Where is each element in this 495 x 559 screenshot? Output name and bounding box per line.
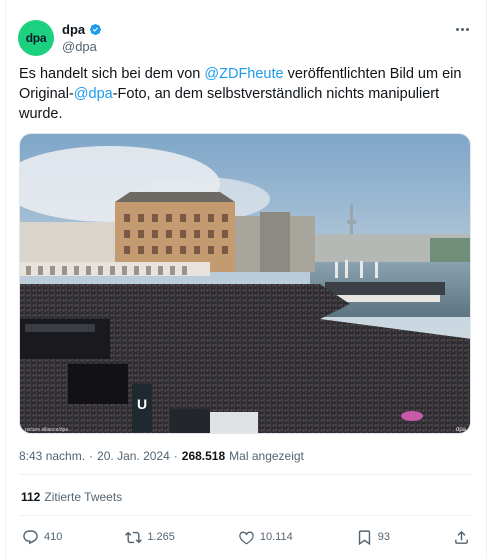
meta-separator: · <box>173 449 178 463</box>
mention-link-dpa[interactable]: @dpa <box>74 86 113 102</box>
tweet-actions: 410 1.265 10.114 93 <box>22 527 470 547</box>
quote-tweets-label: Zitierte Tweets <box>44 490 123 504</box>
retweet-count: 1.265 <box>147 531 175 543</box>
divider <box>19 515 473 516</box>
views-label: Mal angezeigt <box>229 449 304 463</box>
tweet-text-part: Es handelt sich bei dem von <box>19 66 205 82</box>
avatar[interactable]: dpa <box>18 20 54 56</box>
photo-watermark-right: dpa <box>456 427 467 433</box>
bookmark-button[interactable]: 93 <box>356 529 390 546</box>
bookmark-icon <box>358 529 370 545</box>
share-button[interactable] <box>453 529 470 546</box>
quote-tweets-link[interactable]: 112 Zitierte Tweets <box>21 490 122 504</box>
tweet-meta: 8:43 nachm. · 20. Jan. 2024 · 268.518 Ma… <box>19 449 304 463</box>
author-name-row[interactable]: dpa <box>62 22 102 37</box>
quote-tweets-count: 112 <box>21 490 41 504</box>
heart-icon <box>239 530 254 545</box>
retweet-icon <box>125 531 143 543</box>
share-icon <box>455 530 468 544</box>
svg-text:U: U <box>137 396 147 412</box>
avatar-logo-text: dpa <box>25 31 47 45</box>
tweet-card: dpa dpa @dpa Es handelt sich bei dem von… <box>5 0 487 559</box>
bookmark-count: 93 <box>377 531 390 543</box>
tweet-photo[interactable]: U picture alliance/dpa dpa <box>19 133 471 434</box>
author-handle[interactable]: @dpa <box>62 39 97 54</box>
like-count: 10.114 <box>259 531 293 543</box>
tweet-date[interactable]: 20. Jan. 2024 <box>97 449 170 463</box>
tweet-time[interactable]: 8:43 nachm. <box>19 449 85 463</box>
crowd-photo-image: U picture alliance/dpa dpa <box>20 134 470 433</box>
tweet-text: Es handelt sich bei dem von @ZDFheute ve… <box>19 64 474 124</box>
meta-separator: · <box>89 449 94 463</box>
retweet-button[interactable]: 1.265 <box>125 529 175 546</box>
verified-badge-icon <box>90 23 102 36</box>
reply-count: 410 <box>44 531 63 543</box>
divider <box>19 474 473 475</box>
author-name[interactable]: dpa <box>62 22 85 37</box>
more-options-icon[interactable] <box>452 22 472 36</box>
views-count: 268.518 <box>181 449 226 463</box>
reply-icon <box>23 529 38 544</box>
photo-watermark-left: picture alliance/dpa <box>25 427 68 433</box>
like-button[interactable]: 10.114 <box>238 529 293 546</box>
reply-button[interactable]: 410 <box>22 529 62 546</box>
mention-link-zdfheute[interactable]: @ZDFheute <box>204 66 283 82</box>
